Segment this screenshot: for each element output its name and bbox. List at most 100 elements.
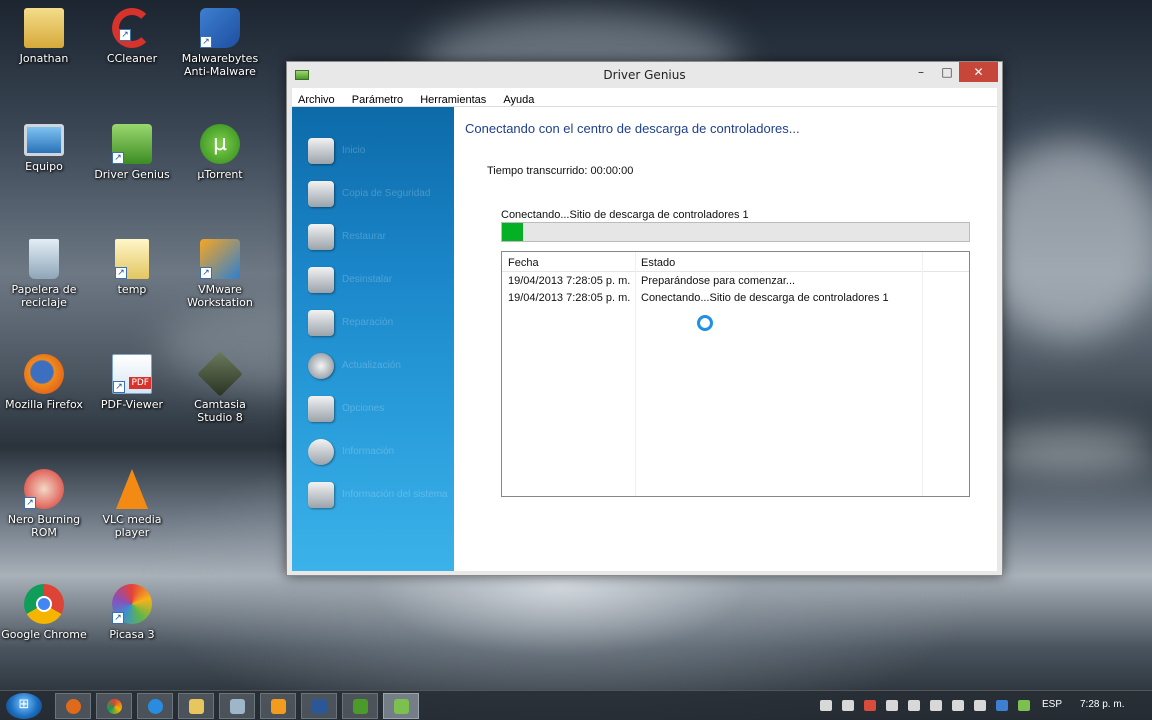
camtasia-icon (353, 699, 368, 714)
computer-icon (24, 124, 64, 156)
log-table[interactable]: Fecha Estado 19/04/2013 7:28:05 p. m. Pr… (501, 251, 970, 497)
desktop-icon-label: µTorrent (197, 168, 243, 181)
desktop-icon-pdf-viewer[interactable]: PDF ↗ PDF-Viewer (88, 354, 176, 411)
driver-genius-window: Driver Genius – □ ✕ Archivo Parámetro He… (286, 61, 1003, 576)
taskbar-camtasia[interactable] (342, 693, 378, 719)
taskbar: ⊞ ESP 7:28 p. m. (0, 690, 1152, 720)
taskbar-firefox[interactable] (55, 693, 91, 719)
sidebar-item-label: Copia de Seguridad (342, 188, 431, 199)
sidebar-item-reparacion[interactable]: Reparación (304, 308, 449, 338)
desktop-icon-camtasia[interactable]: Camtasia Studio 8 (176, 351, 264, 424)
maximize-button[interactable]: □ (937, 62, 957, 82)
network-icon[interactable] (908, 700, 920, 711)
desktop-icon-recycle-bin[interactable]: Papelera de reciclaje (0, 239, 88, 309)
minimize-button[interactable]: – (911, 62, 931, 82)
uninstall-icon (308, 267, 334, 293)
desktop-icon-driver-genius[interactable]: ↗ Driver Genius (88, 124, 176, 181)
desktop-icon-malwarebytes[interactable]: ↗ Malwarebytes Anti-Malware (176, 8, 264, 78)
sidebar-item-label: Opciones (342, 403, 385, 414)
taskbar-explorer[interactable] (178, 693, 214, 719)
menu-parametro[interactable]: Parámetro (346, 91, 409, 106)
desktop-icon-ccleaner[interactable]: ↗ CCleaner (88, 8, 176, 65)
taskbar-vmware[interactable] (260, 693, 296, 719)
sound-icon[interactable] (952, 700, 964, 711)
column-header-fecha[interactable]: Fecha (508, 257, 539, 269)
pdf-viewer-icon: PDF ↗ (112, 354, 152, 394)
firefox-icon (66, 699, 81, 714)
vmware-icon (271, 699, 286, 714)
gears-icon (308, 396, 334, 422)
driver-genius-icon[interactable] (1018, 700, 1030, 711)
tray-icon[interactable] (974, 700, 986, 711)
taskbar-chrome[interactable] (96, 693, 132, 719)
menu-ayuda[interactable]: Ayuda (497, 91, 540, 106)
desktop-icon-label: Malwarebytes Anti-Malware (181, 52, 259, 78)
menu-bar: Archivo Parámetro Herramientas Ayuda (292, 88, 997, 107)
recycle-bin-icon (29, 239, 59, 279)
close-button[interactable]: ✕ (959, 62, 998, 82)
desktop-icon-utorrent[interactable]: µ µTorrent (176, 124, 264, 181)
sidebar-item-desinstalar[interactable]: Desinstalar (304, 265, 449, 295)
taskbar-driver-genius[interactable] (383, 693, 419, 719)
table-row[interactable]: 19/04/2013 7:28:05 p. m. Conectando...Si… (502, 290, 969, 307)
chrome-icon (107, 699, 122, 714)
desktop-icon-temp[interactable]: ↗ temp (88, 239, 176, 296)
row-fecha: 19/04/2013 7:28:05 p. m. (508, 292, 631, 304)
desktop-icon-label: Equipo (25, 160, 63, 173)
menu-herramientas[interactable]: Herramientas (414, 91, 492, 106)
desktop-icon-label: Picasa 3 (109, 628, 155, 641)
tray-icon[interactable] (820, 700, 832, 711)
title-bar[interactable]: Driver Genius – □ ✕ (287, 62, 1002, 88)
vmware-icon: ↗ (200, 239, 240, 279)
sidebar-item-actualizacion[interactable]: Actualización (304, 351, 449, 381)
sidebar-item-restaurar[interactable]: Restaurar (304, 222, 449, 252)
desktop-icon-jonathan[interactable]: Jonathan (0, 8, 88, 65)
taskbar-word[interactable] (301, 693, 337, 719)
sidebar-item-inicio[interactable]: Inicio (304, 136, 449, 166)
desktop-icon-label: PDF-Viewer (100, 398, 164, 411)
progress-fill (502, 223, 523, 241)
hardware-icon (308, 482, 334, 508)
menu-archivo[interactable]: Archivo (292, 91, 341, 106)
desktop-icon-vmware[interactable]: ↗ VMware Workstation (176, 239, 264, 309)
desktop-icon-picasa[interactable]: ↗ Picasa 3 (88, 584, 176, 641)
start-button[interactable]: ⊞ (6, 693, 42, 719)
desktop-icon-firefox[interactable]: Mozilla Firefox (0, 354, 88, 411)
camtasia-icon (197, 351, 243, 397)
volume-icon[interactable] (842, 700, 854, 711)
desktop-icon-label: Mozilla Firefox (5, 398, 83, 411)
sidebar-item-label: Desinstalar (342, 274, 393, 285)
table-header: Fecha Estado (502, 252, 969, 272)
progress-bar (501, 222, 970, 242)
driver-genius-icon (394, 699, 409, 714)
taskbar-internet-explorer[interactable] (137, 693, 173, 719)
desktop-icon-label: VMware Workstation (187, 283, 253, 309)
main-content: Conectando con el centro de descarga de … (454, 107, 997, 571)
word-icon (312, 699, 327, 714)
desktop-icon-chrome[interactable]: Google Chrome (0, 584, 88, 641)
desktop-icon-vlc[interactable]: VLC media player (88, 469, 176, 539)
malwarebytes-icon[interactable] (996, 700, 1008, 711)
tray-icon[interactable] (930, 700, 942, 711)
sidebar-item-informacion[interactable]: Información (304, 437, 449, 467)
sidebar-item-opciones[interactable]: Opciones (304, 394, 449, 424)
desktop-icon-nero[interactable]: ↗ Nero Burning ROM (0, 469, 88, 539)
user-folder-icon (24, 8, 64, 48)
sidebar-item-copia-de-seguridad[interactable]: Copia de Seguridad (304, 179, 449, 209)
desktop-icon-label: Camtasia Studio 8 (194, 398, 246, 424)
firefox-icon (24, 354, 64, 394)
language-indicator[interactable]: ESP (1042, 699, 1062, 710)
table-row[interactable]: 19/04/2013 7:28:05 p. m. Preparándose pa… (502, 273, 969, 290)
tray-icon[interactable] (864, 700, 876, 711)
desktop-icon-equipo[interactable]: Equipo (0, 124, 88, 173)
desktop-icon-label: Driver Genius (94, 168, 170, 181)
column-header-estado[interactable]: Estado (641, 257, 675, 269)
wallpaper-cloud (980, 140, 1152, 340)
vlc-icon (116, 469, 148, 509)
clock[interactable]: 7:28 p. m. (1080, 699, 1124, 710)
download-icon (308, 353, 334, 379)
sidebar-item-informacion-del-sistema[interactable]: Información del sistema (304, 480, 449, 510)
page-title: Conectando con el centro de descarga de … (465, 121, 800, 136)
taskbar-computer[interactable] (219, 693, 255, 719)
flag-icon[interactable] (886, 700, 898, 711)
